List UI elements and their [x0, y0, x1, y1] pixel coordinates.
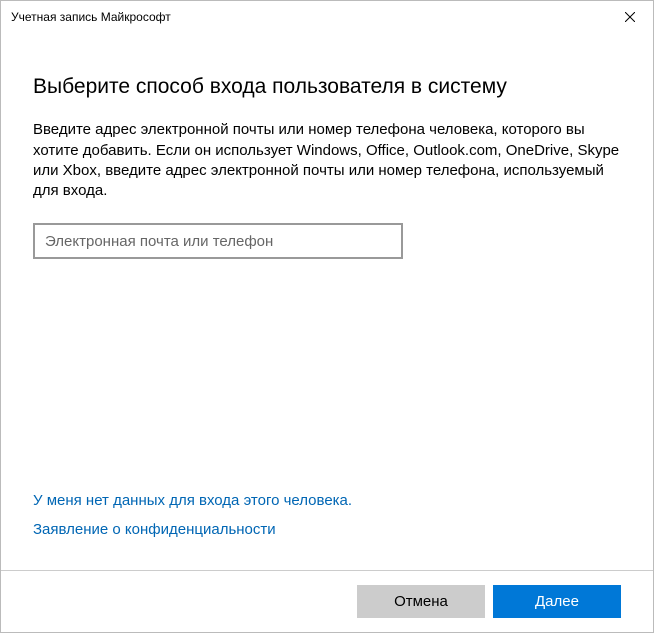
- window-title: Учетная запись Майкрософт: [11, 10, 171, 24]
- close-icon: [625, 12, 635, 22]
- page-heading: Выберите способ входа пользователя в сис…: [33, 73, 621, 100]
- titlebar: Учетная запись Майкрософт: [1, 1, 653, 33]
- no-credentials-link[interactable]: У меня нет данных для входа этого челове…: [33, 492, 621, 509]
- content-area: Выберите способ входа пользователя в сис…: [1, 33, 653, 570]
- email-phone-input[interactable]: [33, 223, 403, 259]
- close-button[interactable]: [607, 1, 653, 33]
- cancel-button[interactable]: Отмена: [357, 585, 485, 618]
- spacer: [33, 259, 621, 492]
- links-area: У меня нет данных для входа этого челове…: [33, 492, 621, 550]
- privacy-link[interactable]: Заявление о конфиденциальности: [33, 521, 621, 538]
- dialog-window: Учетная запись Майкрософт Выберите спосо…: [0, 0, 654, 633]
- next-button[interactable]: Далее: [493, 585, 621, 618]
- description-text: Введите адрес электронной почты или номе…: [33, 120, 621, 201]
- footer: Отмена Далее: [1, 570, 653, 632]
